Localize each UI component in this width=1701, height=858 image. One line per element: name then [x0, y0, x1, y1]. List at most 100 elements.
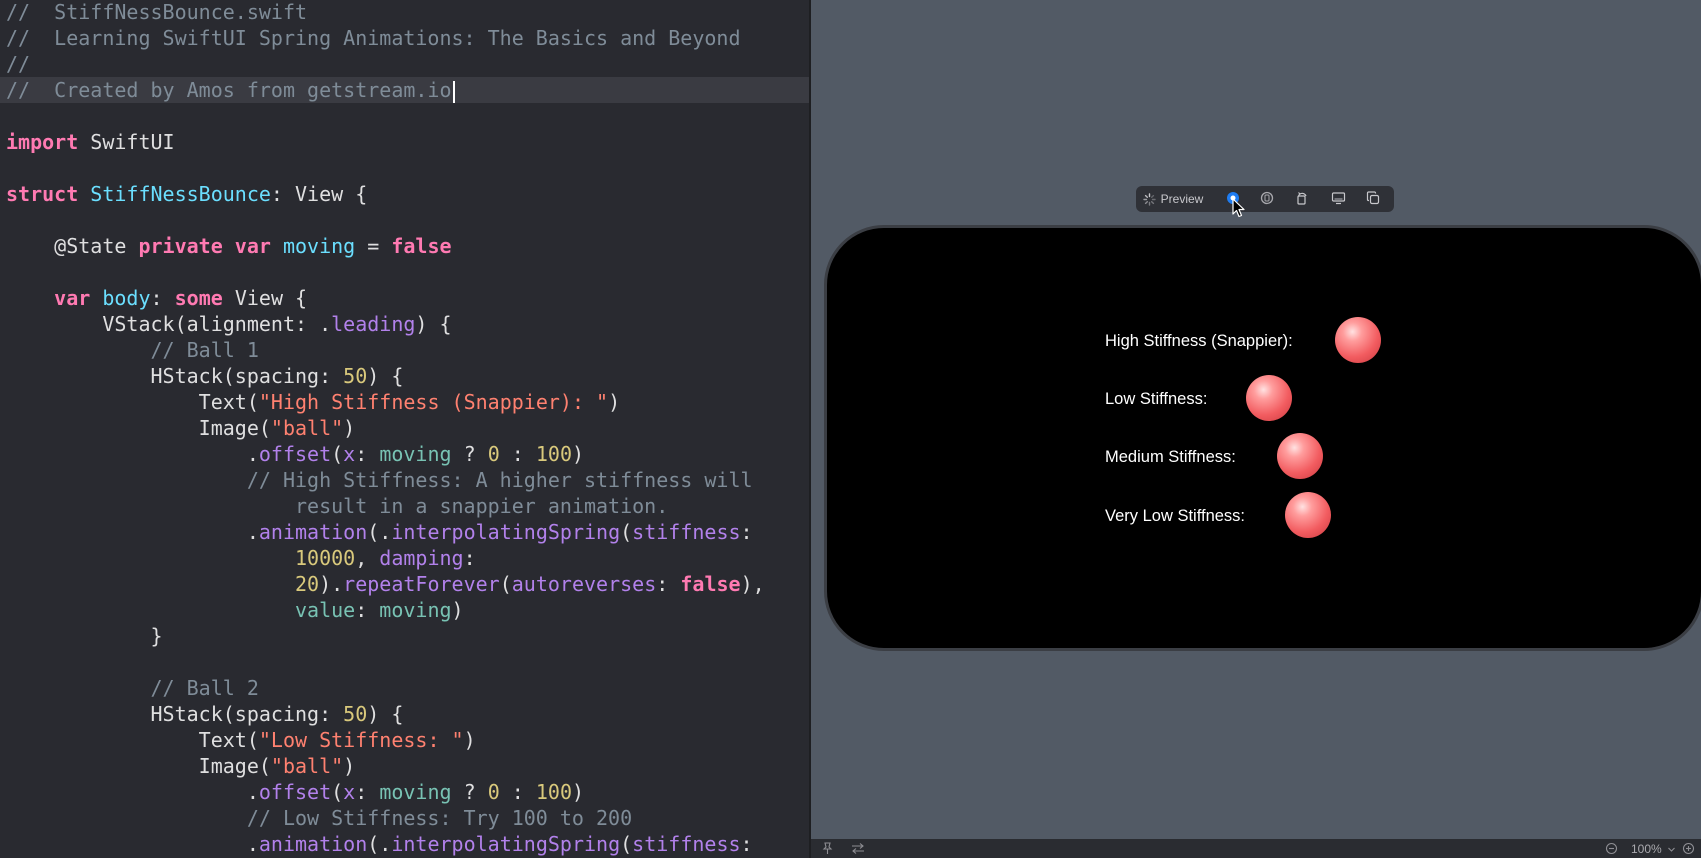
device-settings-button[interactable] — [1325, 186, 1351, 212]
code-line[interactable]: value: moving) — [6, 597, 464, 623]
code-token: "ball" — [270, 754, 344, 778]
code-token: // Low Stiffness: Try 100 to 200 — [6, 806, 633, 830]
pin-icon[interactable] — [821, 842, 834, 858]
code-token: moving — [379, 780, 452, 804]
ball-low — [1246, 375, 1292, 421]
code-token: StiffNessBounce — [90, 182, 271, 206]
code-token: result in a snappier animation. — [6, 494, 669, 518]
code-token: ) — [451, 598, 464, 622]
code-token: leading — [331, 312, 416, 336]
code-token: moving — [379, 442, 452, 466]
code-token: ) — [343, 416, 356, 440]
code-token: var — [234, 234, 271, 258]
code-line[interactable]: Text("High Stiffness (Snappier): ") — [6, 389, 620, 415]
code-line[interactable]: HStack(spacing: 50) { — [6, 363, 403, 389]
code-line[interactable]: // Created by Amos from getstream.io — [6, 77, 455, 103]
code-token: var — [54, 286, 91, 310]
code-token: ) — [571, 780, 585, 804]
code-line[interactable]: @State private var moving = false — [6, 233, 451, 259]
code-token: stiffness — [632, 832, 741, 856]
variants-icon[interactable] — [851, 842, 865, 858]
code-line[interactable]: result in a snappier animation. — [6, 493, 668, 519]
code-line[interactable]: // High Stiffness: A higher stiffness wi… — [6, 467, 753, 493]
code-token: Text( — [6, 390, 259, 414]
code-token: = — [355, 234, 392, 258]
code-token: ) — [463, 728, 476, 752]
code-line[interactable]: } — [6, 623, 163, 649]
canvas-status-bar: 100% — [811, 839, 1701, 858]
code-line[interactable]: // Ball 1 — [6, 337, 258, 363]
code-token: stiffness — [632, 520, 741, 544]
code-token: "Low Stiffness: " — [258, 728, 464, 752]
code-line[interactable]: import SwiftUI — [6, 129, 175, 155]
code-token: ) { — [415, 312, 452, 336]
row-label-very-low: Very Low Stiffness: — [1105, 507, 1246, 525]
zoom-in-icon[interactable] — [1682, 842, 1695, 858]
code-line[interactable]: Image("ball") — [6, 753, 356, 779]
selection-icon — [1260, 191, 1274, 208]
code-token: 0 — [487, 780, 500, 804]
code-token: repeatForever — [343, 572, 500, 596]
code-editor[interactable]: // StiffNessBounce.swift// Learning Swif… — [0, 0, 809, 858]
code-token: VStack(alignment: . — [6, 312, 332, 336]
code-token: } — [6, 624, 163, 648]
code-token: 100 — [535, 780, 572, 804]
code-line[interactable]: 20).repeatForever(autoreverses: false), — [6, 571, 765, 597]
code-token: : — [355, 442, 380, 466]
device-screen: High Stiffness (Snappier): Low Stiffness… — [824, 225, 1701, 651]
rotate-device-button[interactable] — [1289, 186, 1315, 212]
code-line[interactable]: // StiffNessBounce.swift — [6, 0, 307, 25]
code-token: import — [6, 130, 79, 154]
code-token: : — [499, 442, 536, 466]
code-token: View { — [222, 286, 308, 310]
code-token: struct — [6, 182, 79, 206]
code-line[interactable]: .animation(.interpolatingSpring(stiffnes… — [6, 519, 753, 545]
code-token: . — [6, 832, 259, 856]
row-label-medium: Medium Stiffness: — [1105, 448, 1236, 466]
code-token: offset — [258, 442, 332, 466]
code-line[interactable]: 10000, damping: — [6, 545, 476, 571]
code-token: ), — [740, 572, 765, 596]
code-token: Image( — [6, 416, 271, 440]
code-token: // — [6, 52, 31, 76]
code-line[interactable]: Text("Low Stiffness: ") — [6, 727, 476, 753]
zoom-out-icon[interactable] — [1605, 842, 1618, 858]
code-token: // High Stiffness: A higher stiffness wi… — [6, 468, 753, 492]
code-token: Text( — [6, 728, 259, 752]
code-line[interactable]: .animation(.interpolatingSpring(stiffnes… — [6, 831, 753, 857]
code-line[interactable]: // Low Stiffness: Try 100 to 200 — [6, 805, 632, 831]
code-token: ( — [499, 572, 512, 596]
selectable-mode-button[interactable] — [1254, 186, 1280, 212]
duplicate-preview-button[interactable] — [1360, 186, 1386, 212]
code-token: ) — [608, 390, 621, 414]
code-token: ) — [571, 442, 585, 466]
code-line[interactable]: struct StiffNessBounce: View { — [6, 181, 367, 207]
code-token: : View { — [270, 182, 368, 206]
code-line[interactable]: var body: some View { — [6, 285, 307, 311]
ball-medium — [1277, 433, 1323, 479]
code-line[interactable]: // Learning SwiftUI Spring Animations: T… — [6, 25, 741, 51]
zoom-level[interactable]: 100% — [1631, 842, 1662, 856]
preview-tab[interactable]: Preview — [1140, 186, 1206, 212]
code-line[interactable]: Image("ball") — [6, 415, 356, 441]
code-token: ). — [319, 572, 344, 596]
code-line[interactable]: .offset(x: moving ? 0 : 100) — [6, 441, 584, 467]
code-token: some — [174, 286, 223, 310]
code-line[interactable]: .offset(x: moving ? 0 : 100) — [6, 779, 584, 805]
code-line[interactable]: // — [6, 51, 30, 77]
code-token: 50 — [343, 702, 368, 726]
code-line[interactable]: HStack(spacing: 50) { — [6, 701, 403, 727]
code-token: ) { — [367, 702, 404, 726]
code-token: autoreverses — [511, 572, 657, 596]
code-token: body — [102, 286, 151, 310]
chevron-down-icon — [1667, 843, 1676, 857]
code-line[interactable]: VStack(alignment: .leading) { — [6, 311, 452, 337]
code-line[interactable]: // Ball 2 — [6, 675, 258, 701]
mouse-cursor-icon — [1232, 198, 1246, 218]
code-token: x — [343, 442, 356, 466]
